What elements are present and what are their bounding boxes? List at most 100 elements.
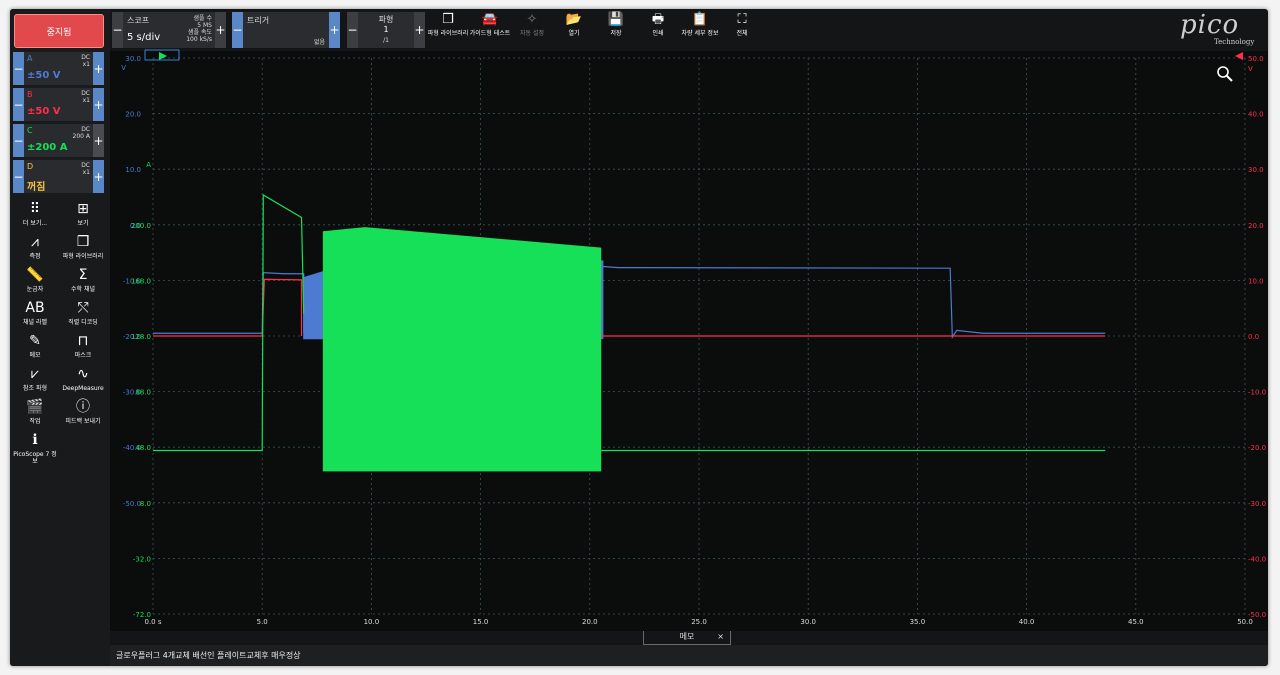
- trigger-next-button[interactable]: +: [329, 12, 340, 48]
- tool-channel-label[interactable]: AB 채널 라벨: [11, 300, 59, 326]
- toolbar-button-label: 파형 라이브러리: [427, 30, 469, 37]
- deep-measure-icon: ∿: [77, 366, 89, 382]
- tool-math-channel[interactable]: Σ 수학 채널: [59, 267, 107, 293]
- channel-b-range-up-button[interactable]: +: [93, 88, 104, 121]
- axis-b-tick-label: 20.0: [1248, 222, 1264, 230]
- channel-c-range-down-button[interactable]: −: [13, 124, 24, 157]
- tool-view-grid[interactable]: ⊞ 보기: [59, 201, 107, 227]
- channel-a-range-down-button[interactable]: −: [13, 52, 24, 85]
- toolbar-auto-setup-button[interactable]: ✧ 자동 설정: [508, 12, 556, 37]
- view-grid-icon: ⊞: [77, 201, 89, 217]
- tool-mask[interactable]: ⊓ 마스크: [59, 333, 107, 359]
- timebase-up-button[interactable]: +: [215, 12, 226, 48]
- channel-d-range-up-button[interactable]: +: [93, 160, 104, 193]
- x-tick-label: 5.0: [257, 618, 268, 626]
- trace-c-envelope: [322, 227, 602, 472]
- memo-tab[interactable]: 메모 ×: [643, 631, 731, 645]
- tool-label: 더 보기...: [22, 220, 48, 227]
- memo-tab-label: 메모: [679, 632, 695, 641]
- tool-label: DeepMeasure: [62, 385, 104, 392]
- plot-background: [110, 51, 1268, 631]
- toolbar-button-label: 열기: [568, 30, 580, 37]
- axis-b-tick-label: 50.0: [1248, 55, 1264, 63]
- channel-a-control[interactable]: − A DC x1 ±50 V +: [13, 52, 104, 85]
- tool-memo[interactable]: ✎ 메모: [11, 333, 59, 359]
- channel-d-range: 꺼짐: [27, 182, 46, 193]
- x-tick-label: 30.0: [800, 618, 816, 626]
- channel-d-control[interactable]: − D DC x1 꺼짐 +: [13, 160, 104, 193]
- channel-d-range-down-button[interactable]: −: [13, 160, 24, 193]
- waveform-buffer-control[interactable]: − 파형 1/1 +: [347, 12, 425, 48]
- trigger-control[interactable]: − 트리거 없음 +: [232, 12, 340, 48]
- channel-b-range-down-button[interactable]: −: [13, 88, 24, 121]
- channel-c-name: C: [27, 126, 33, 135]
- stop-start-button[interactable]: 중지됨: [14, 14, 104, 48]
- axis-a-tick-label: 10.0: [125, 166, 141, 174]
- trigger-mode: 없음: [313, 39, 325, 46]
- trigger-prev-button[interactable]: −: [232, 12, 243, 48]
- tool-label: PicoScope 7 정보: [13, 451, 57, 465]
- waveform-prev-button[interactable]: −: [347, 12, 358, 48]
- toolbar-guided-test-button[interactable]: 🚘 가이드형 테스트: [466, 12, 514, 37]
- axis-b-tick-label: -40.0: [1248, 555, 1266, 563]
- toolbar-button-label: 저장: [610, 30, 622, 37]
- math-channel-icon: Σ: [78, 267, 88, 283]
- toolbar-button-label: 자동 설정: [520, 30, 544, 37]
- axis-c-tick-label: A: [146, 161, 151, 169]
- toolbar-vehicle-details-button[interactable]: 📋 차량 세부 정보: [676, 12, 724, 37]
- channel-c-control[interactable]: − C DC 200 A ±200 A +: [13, 124, 104, 157]
- axis-c-tick-label: 168.0: [131, 277, 151, 285]
- vehicle-details-icon: 📋: [691, 12, 709, 27]
- notes-panel[interactable]: 글로우플러그 4개교체 배선인 플레이트교체후 매우정상: [110, 645, 1268, 666]
- tool-label: 파형 라이브러리: [62, 253, 104, 260]
- axis-c-tick-label: 200.0: [131, 222, 151, 230]
- toolbar-waveform-library-button[interactable]: ❒ 파형 라이브러리: [424, 12, 472, 37]
- tool-ruler[interactable]: 📏 눈금자: [11, 267, 59, 293]
- more-views-icon: ⠿: [29, 201, 41, 217]
- tool-waveform-library[interactable]: ❒ 파형 라이브러리: [59, 234, 107, 260]
- toolbar-save-button[interactable]: 💾 저장: [592, 12, 640, 37]
- tool-feedback[interactable]: ⓘ 피드백 보내기: [59, 399, 107, 425]
- x-tick-label: 10.0: [364, 618, 380, 626]
- toolbar-fullscreen-button[interactable]: ⛶ 전체: [718, 12, 766, 37]
- scope-plot[interactable]: 0.0 s 5.0 10.0 15.0 20.0 25.0 30.0 35.0 40.0 45.0…: [10, 9, 1268, 666]
- axis-a-tick-label: -50.0: [123, 500, 141, 508]
- serial-decode-icon: ⤲: [77, 300, 89, 316]
- channel-a-range-up-button[interactable]: +: [93, 52, 104, 85]
- x-tick-label: 15.0: [473, 618, 489, 626]
- tool-label: 측정: [29, 253, 41, 260]
- channel-c-range-up-button[interactable]: +: [93, 124, 104, 157]
- tool-picoscope-info[interactable]: ℹ PicoScope 7 정보: [11, 432, 59, 465]
- axis-b-tick-label: -50.0: [1248, 611, 1266, 619]
- axis-b-tick-label: 0.0: [1248, 333, 1259, 341]
- axis-c-tick-label: 48.0: [135, 444, 151, 452]
- channel-b-coupling: DC x1: [81, 90, 90, 104]
- tool-label: 피드백 보내기: [65, 418, 101, 425]
- channel-a-range: ±50 V: [27, 70, 61, 81]
- timebase-down-button[interactable]: −: [112, 12, 123, 48]
- tool-label: 채널 라벨: [23, 319, 47, 326]
- toolbar-open-folder-button[interactable]: 📂 열기: [550, 12, 598, 37]
- tool-reference-waveform[interactable]: ⩗ 참조 파형: [11, 366, 59, 392]
- channel-b-name: B: [27, 90, 33, 99]
- close-icon[interactable]: ×: [717, 631, 724, 643]
- x-tick-label: 40.0: [1019, 618, 1035, 626]
- tool-action[interactable]: 🎬 작업: [11, 399, 59, 425]
- auto-setup-icon: ✧: [526, 12, 538, 27]
- tool-serial-decode[interactable]: ⤲ 직렬 디코딩: [59, 300, 107, 326]
- axis-b-tick-label: 30.0: [1248, 166, 1264, 174]
- toolbar-print-button[interactable]: 🖶 인쇄: [634, 12, 682, 37]
- channel-d-name: D: [27, 162, 34, 171]
- feedback-icon: ⓘ: [76, 399, 90, 415]
- tool-measure[interactable]: ⩘ 측정: [11, 234, 59, 260]
- channel-b-control[interactable]: − B DC x1 ±50 V +: [13, 88, 104, 121]
- scope-title: 스코프: [127, 16, 150, 25]
- axis-c-tick-label: -32.0: [133, 555, 151, 563]
- timebase-control[interactable]: − 스코프 5 s/div 샘플 수5 MS 샘플 속도 100 kS/s +: [112, 12, 226, 48]
- mask-icon: ⊓: [77, 333, 89, 349]
- tool-deep-measure[interactable]: ∿ DeepMeasure: [59, 366, 107, 392]
- picoscope-window: 0.0 s 5.0 10.0 15.0 20.0 25.0 30.0 35.0 40.0 45.0…: [10, 9, 1268, 666]
- tool-more-views[interactable]: ⠿ 더 보기...: [11, 201, 59, 227]
- channel-c-range: ±200 A: [27, 142, 68, 153]
- print-icon: 🖶: [651, 12, 665, 27]
